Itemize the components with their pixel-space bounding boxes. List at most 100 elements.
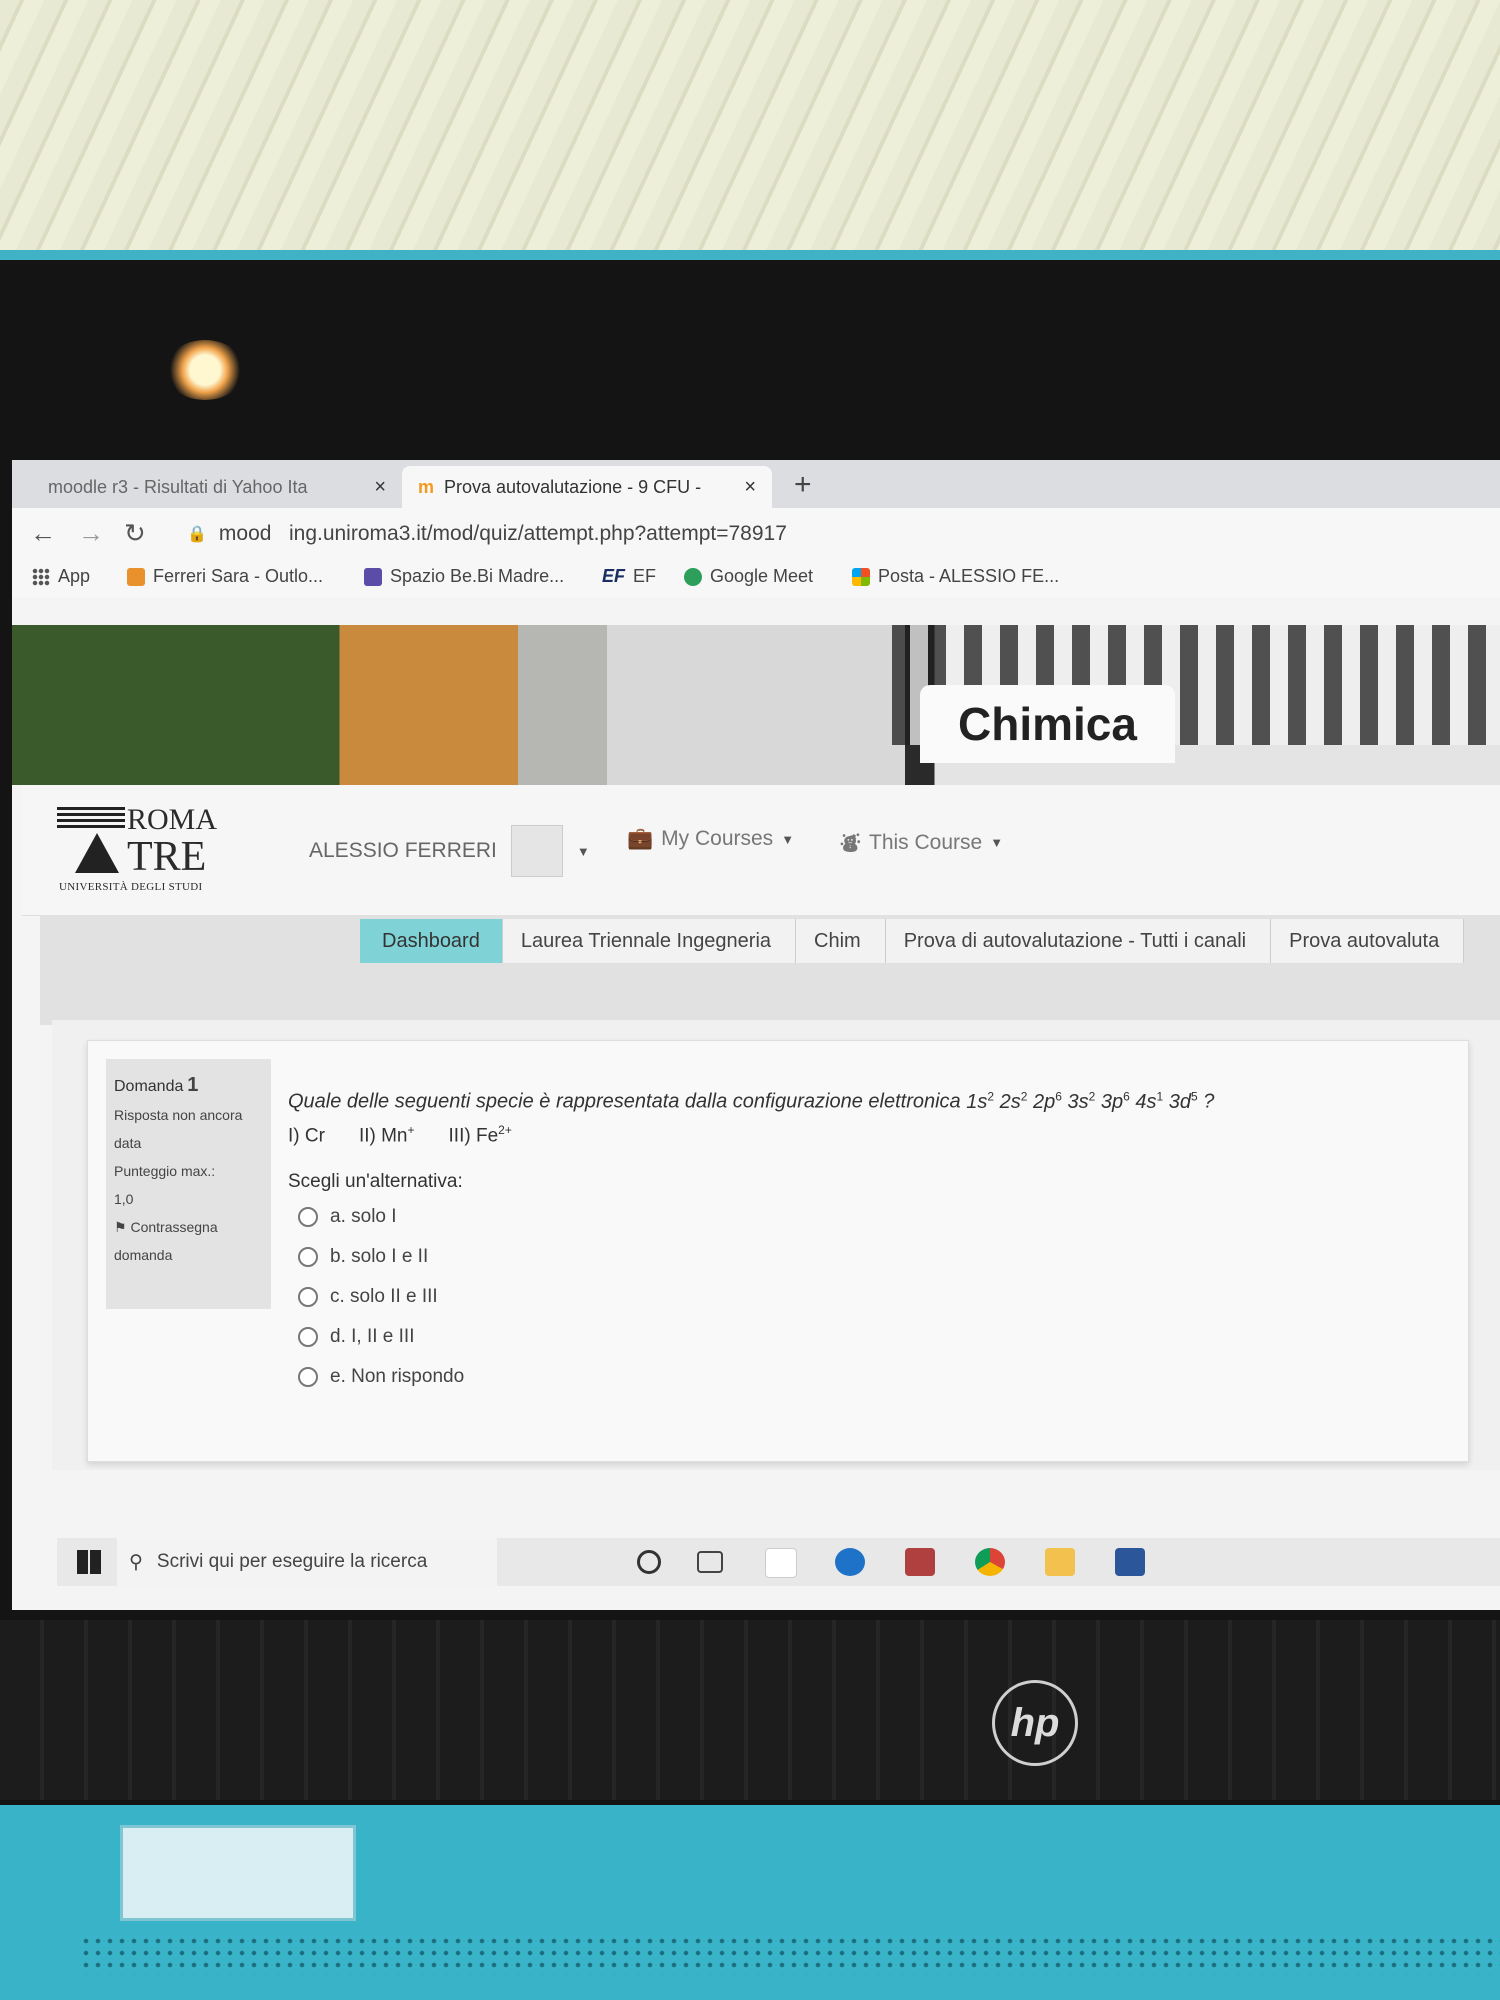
breadcrumb-dashboard[interactable]: Dashboard bbox=[360, 919, 503, 963]
chevron-down-icon: ▼ bbox=[781, 831, 795, 847]
tab-label: moodle r3 - Risultati di Yahoo Ita bbox=[48, 476, 308, 497]
bookmark-outlook[interactable]: Ferreri Sara - Outlo... bbox=[127, 566, 323, 587]
bookmark-label: Ferreri Sara - Outlo... bbox=[153, 566, 324, 586]
url-field[interactable]: 🔒 mood ing.uniroma3.it/mod/quiz/attempt.… bbox=[187, 522, 787, 546]
breadcrumb-chim[interactable]: Chim bbox=[796, 919, 886, 963]
electron-count: 2 bbox=[987, 1089, 995, 1103]
task-view-icon[interactable] bbox=[697, 1551, 723, 1573]
electron-count: 2 bbox=[1020, 1089, 1028, 1103]
bookmark-ef[interactable]: EF EF bbox=[602, 566, 656, 587]
site-navbar: ROMA TRE UNIVERSITÀ DEGLI STUDI ALESSIO … bbox=[22, 785, 1500, 916]
edge-icon[interactable] bbox=[835, 1548, 865, 1576]
electron-configuration: 1s2 2s2 2p6 3s2 3p6 4s1 3d5 bbox=[966, 1089, 1203, 1113]
bookmark-google-meet[interactable]: Google Meet bbox=[684, 566, 813, 587]
answer-label: d. I, II e III bbox=[330, 1326, 415, 1347]
orbital-term: 4s1 bbox=[1135, 1089, 1164, 1113]
breadcrumb-prova-autovalutazione[interactable]: Prova autovaluta bbox=[1271, 919, 1465, 963]
avatar bbox=[510, 825, 563, 877]
question-mark: ? bbox=[1203, 1090, 1215, 1113]
wall-background bbox=[0, 0, 1500, 255]
bookmark-apps[interactable]: App bbox=[32, 566, 90, 587]
my-courses-menu[interactable]: 💼 My Courses ▼ bbox=[627, 827, 794, 851]
menu-label: This Course bbox=[869, 830, 983, 854]
forward-arrow-icon[interactable]: → bbox=[78, 518, 104, 549]
bookmark-label: App bbox=[58, 566, 91, 586]
bookmark-label: EF bbox=[633, 566, 657, 586]
browser-tab-bar: moodle r3 - Risultati di Yahoo Ita × m P… bbox=[12, 460, 1500, 508]
choose-prompt: Scegli un'alternativa: bbox=[288, 1171, 463, 1192]
user-name: ALESSIO FERRERI bbox=[309, 839, 497, 862]
flag-question-link[interactable]: ⚑ Contrassegna domanda bbox=[114, 1213, 263, 1269]
user-menu[interactable]: ALESSIO FERRERI ▼ bbox=[309, 825, 590, 877]
breadcrumb-laurea[interactable]: Laurea Triennale Ingegneria bbox=[502, 919, 797, 963]
logo-text-tre: TRE bbox=[127, 834, 207, 880]
quiz-card: Domanda 1 Risposta non ancora data Punte… bbox=[52, 1020, 1500, 1470]
answer-label: e. Non rispondo bbox=[330, 1366, 465, 1387]
tab-yahoo[interactable]: moodle r3 - Risultati di Yahoo Ita × bbox=[32, 466, 402, 508]
radio-button[interactable] bbox=[298, 1247, 318, 1267]
question-prompt: Quale delle seguenti specie è rappresent… bbox=[288, 1090, 961, 1113]
bookmark-spazio[interactable]: Spazio Be.Bi Madre... bbox=[364, 566, 564, 587]
cortana-icon[interactable] bbox=[637, 1550, 661, 1574]
answer-option-a[interactable]: a. solo I bbox=[298, 1206, 397, 1228]
logo-triangle bbox=[75, 833, 119, 873]
logo-text-roma: ROMA bbox=[127, 803, 218, 836]
address-bar-row: ← → ↻ 🔒 mood ing.uniroma3.it/mod/quiz/at… bbox=[12, 508, 1500, 560]
question-number-value: 1 bbox=[187, 1074, 199, 1096]
reload-icon[interactable]: ↻ bbox=[124, 518, 146, 549]
answer-label: a. solo I bbox=[330, 1206, 397, 1227]
bookmarks-bar: App Ferreri Sara - Outlo... Spazio Be.Bi… bbox=[12, 560, 1500, 598]
taskbar-search-input[interactable]: ⚲ Scrivi qui per eseguire la ricerca bbox=[117, 1538, 497, 1586]
species-item: I) Cr bbox=[288, 1125, 325, 1147]
radio-button[interactable] bbox=[298, 1287, 318, 1307]
answer-option-e[interactable]: e. Non rispondo bbox=[298, 1366, 464, 1388]
max-score-value: 1,0 bbox=[114, 1191, 134, 1207]
chevron-down-icon: ▼ bbox=[576, 843, 590, 859]
electron-count: 2 bbox=[1088, 1089, 1096, 1103]
radio-button[interactable] bbox=[298, 1327, 318, 1347]
hp-logo: hp bbox=[992, 1680, 1078, 1766]
app-icon[interactable] bbox=[765, 1548, 797, 1578]
tab-quiz[interactable]: m Prova autovalutazione - 9 CFU - × bbox=[402, 466, 772, 508]
flag-icon: ⚑ bbox=[114, 1219, 127, 1235]
bookmark-label: Spazio Be.Bi Madre... bbox=[390, 566, 565, 586]
bookmark-label: Google Meet bbox=[710, 566, 814, 586]
electron-count: 5 bbox=[1190, 1089, 1198, 1103]
orbital-term: 3d5 bbox=[1168, 1089, 1198, 1113]
species-item: II) Mn+ bbox=[358, 1123, 415, 1147]
orbital-term: 2p6 bbox=[1032, 1089, 1062, 1113]
breadcrumb-prova-canali[interactable]: Prova di autovalutazione - Tutti i canal… bbox=[885, 919, 1272, 963]
electron-count: 6 bbox=[1123, 1089, 1130, 1103]
answer-label: b. solo I e II bbox=[330, 1246, 429, 1267]
laptop-port bbox=[120, 1825, 356, 1921]
back-arrow-icon[interactable]: ← bbox=[30, 518, 56, 549]
answer-option-d[interactable]: d. I, II e III bbox=[298, 1326, 414, 1348]
windows-start-icon[interactable] bbox=[77, 1550, 101, 1574]
chrome-icon[interactable] bbox=[975, 1548, 1005, 1576]
close-tab-icon[interactable]: × bbox=[744, 476, 756, 499]
word-icon[interactable] bbox=[1115, 1548, 1145, 1576]
this-course-menu[interactable]: ⛇ This Course ▼ bbox=[840, 827, 1003, 858]
radio-button[interactable] bbox=[298, 1367, 318, 1387]
search-icon: ⚲ bbox=[129, 1551, 143, 1573]
bookmark-posta[interactable]: Posta - ALESSIO FE... bbox=[852, 566, 1059, 587]
google-meet-icon bbox=[684, 567, 702, 586]
question-status: Risposta non ancora data bbox=[114, 1107, 243, 1151]
chevron-down-icon: ▼ bbox=[990, 835, 1004, 850]
question-info: Domanda 1 Risposta non ancora data Punte… bbox=[106, 1059, 271, 1309]
answer-option-b[interactable]: b. solo I e II bbox=[298, 1246, 428, 1268]
university-logo[interactable]: ROMA TRE UNIVERSITÀ DEGLI STUDI bbox=[57, 803, 247, 893]
answer-option-c[interactable]: c. solo II e III bbox=[298, 1286, 438, 1308]
logo-subtitle: UNIVERSITÀ DEGLI STUDI bbox=[59, 881, 203, 893]
electron-count: 6 bbox=[1055, 1089, 1062, 1103]
logo-bars bbox=[57, 807, 125, 831]
close-tab-icon[interactable]: × bbox=[374, 476, 386, 499]
new-tab-button[interactable]: + bbox=[794, 468, 812, 502]
laptop-base bbox=[0, 1805, 1500, 2000]
radio-button[interactable] bbox=[298, 1207, 318, 1227]
orbital-term: 3s2 bbox=[1067, 1089, 1096, 1113]
search-placeholder: Scrivi qui per eseguire la ricerca bbox=[156, 1551, 428, 1572]
file-explorer-icon[interactable] bbox=[1045, 1548, 1075, 1576]
snip-icon[interactable] bbox=[905, 1548, 935, 1576]
question-box: Domanda 1 Risposta non ancora data Punte… bbox=[87, 1040, 1469, 1462]
